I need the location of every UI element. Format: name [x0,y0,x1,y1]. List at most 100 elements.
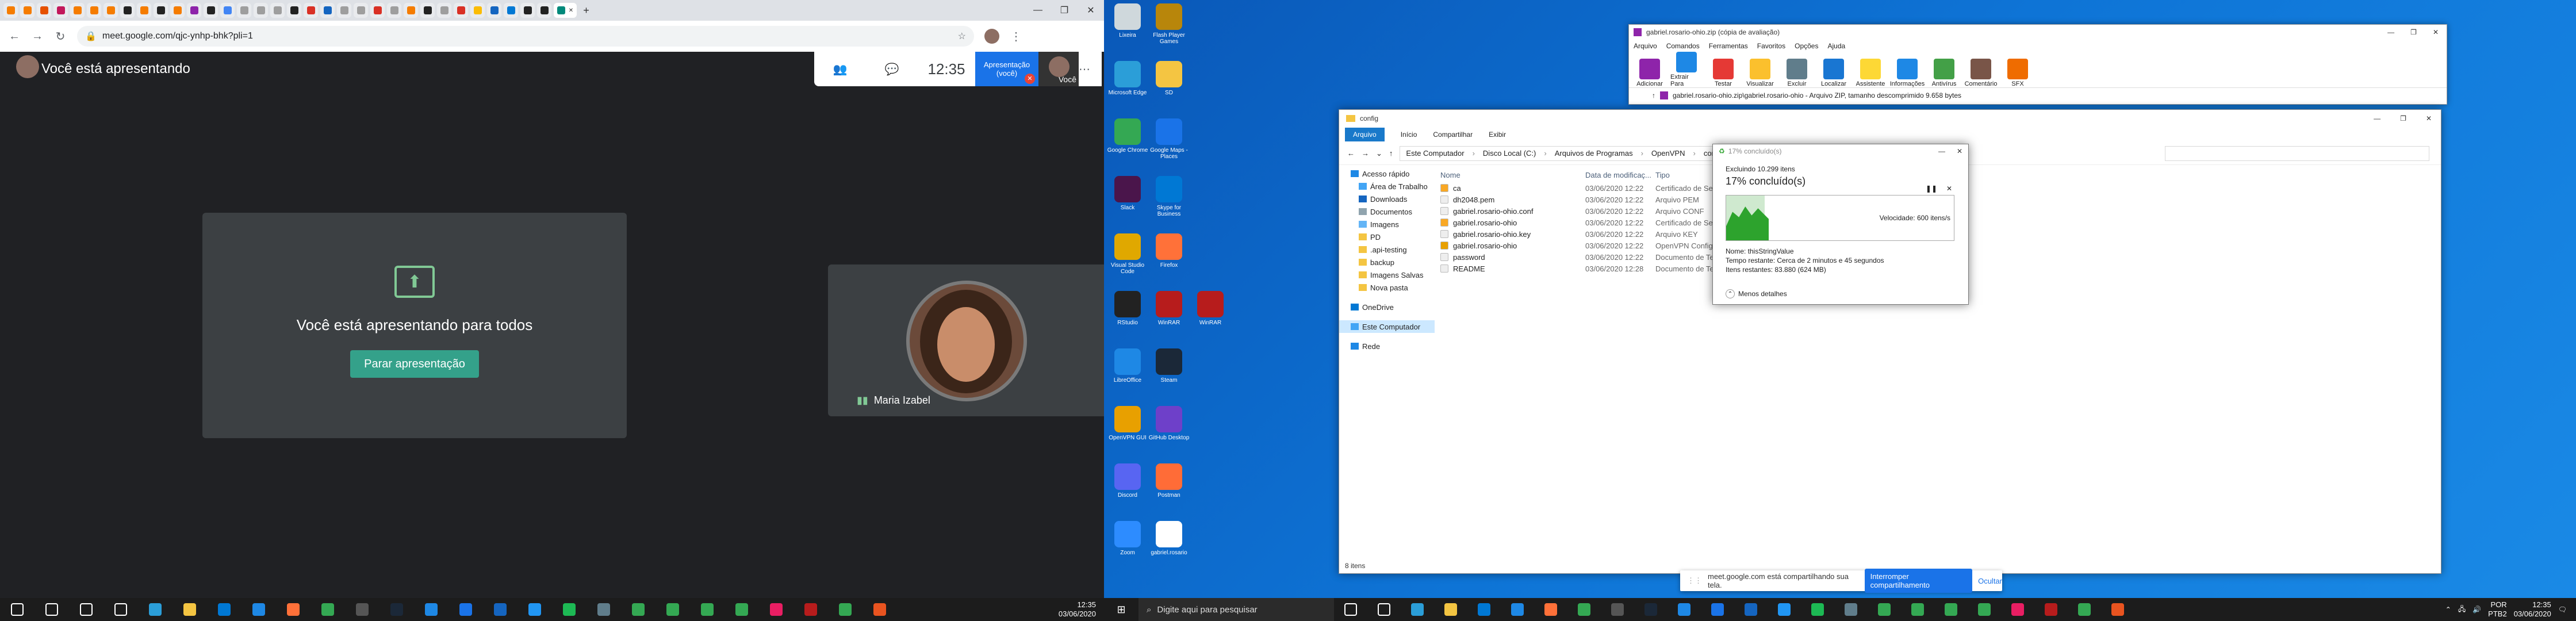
chrome-icon[interactable] [656,598,690,621]
windows-start-icon[interactable]: ⊞ [1104,598,1138,621]
maximize-button[interactable]: ❐ [2400,114,2406,122]
chrome-tab[interactable]: ✕ [554,3,577,18]
chrome-tab[interactable] [504,3,518,18]
snip-icon[interactable] [1734,598,1768,621]
nav-item[interactable]: Rede [1339,340,1435,352]
menu-item[interactable]: Opções [1795,42,1818,50]
mail-icon[interactable] [1501,598,1534,621]
close-button[interactable]: ✕ [1957,147,1962,155]
close-button[interactable]: ✕ [1078,0,1104,21]
new-tab-button[interactable]: + [579,3,593,18]
network-icon[interactable]: 🖧 [2458,604,2466,616]
photos-icon[interactable] [518,598,552,621]
ubuntu-icon[interactable] [862,598,897,621]
desktop-icon[interactable]: SD [1147,61,1191,113]
chrome-tab[interactable] [404,3,418,18]
nav-item[interactable]: Acesso rápido [1339,167,1435,180]
toolbar-button[interactable]: Extrair Para [1670,52,1703,87]
chrome-tab[interactable] [370,3,385,18]
ribbon-tab[interactable]: Exibir [1489,131,1506,139]
chrome-icon[interactable] [1934,598,1968,621]
chevron-up-icon[interactable]: ⌃ [2445,605,2451,614]
maps-icon[interactable] [1701,598,1734,621]
terminal-icon[interactable] [345,598,379,621]
chrome-tab[interactable] [254,3,268,18]
chrome-tab[interactable] [53,3,68,18]
menu-item[interactable]: Comandos [1666,42,1700,50]
explorer-search-input[interactable] [2165,145,2429,161]
chrome-tab[interactable] [37,3,51,18]
forward-icon[interactable]: → [31,30,44,43]
chrome-tab[interactable] [520,3,535,18]
steam-icon[interactable] [379,598,414,621]
toolbar-button[interactable]: Adicionar [1634,59,1666,87]
notifications-icon[interactable]: 🗨 [2558,605,2567,614]
menu-item[interactable]: Ajuda [1827,42,1845,50]
cortana-icon[interactable] [69,598,103,621]
chrome-tab[interactable] [154,3,168,18]
reload-icon[interactable]: ↻ [54,29,67,44]
nav-item[interactable]: OneDrive [1339,301,1435,313]
presentation-tile[interactable]: Apresentação (você) ✕ [975,52,1038,86]
nav-item[interactable]: PD [1339,231,1435,243]
taskbar-clock[interactable]: 12:35 03/06/2020 [2514,600,2551,619]
nav-item[interactable]: Documentos [1339,205,1435,218]
chrome-icon[interactable] [1968,598,2001,621]
desktop-icon[interactable]: Google Chrome [1105,118,1150,170]
forward-icon[interactable]: → [1362,149,1369,158]
toolbar-button[interactable]: Localizar [1818,59,1850,87]
chrome-tab[interactable] [287,3,301,18]
menu-dots-icon[interactable]: ⋮ [1010,29,1022,44]
chrome-icon[interactable] [724,598,759,621]
desktop-icon[interactable]: Visual Studio Code [1105,233,1150,285]
desktop-icon[interactable]: gabriel.rosario [1147,521,1191,573]
up-arrow-icon[interactable]: ↑ [1652,91,1655,99]
chrome-tab[interactable] [437,3,451,18]
file-explorer-icon[interactable] [172,598,207,621]
task-view-icon[interactable] [1367,598,1401,621]
desktop-icon[interactable]: Firefox [1147,233,1191,285]
nav-item[interactable]: Downloads [1339,193,1435,205]
file-explorer-icon[interactable] [1434,598,1467,621]
maximize-button[interactable]: ❐ [1051,0,1078,21]
chrome-tab[interactable] [170,3,185,18]
edge-icon[interactable] [1401,598,1434,621]
desktop-icon[interactable]: Lixeira [1105,3,1150,55]
toolbar-button[interactable]: Excluir [1781,59,1813,87]
ribbon-tab[interactable]: Arquivo [1345,128,1385,141]
chrome-tab[interactable] [87,3,101,18]
nav-item[interactable]: Nova pasta [1339,281,1435,294]
search-icon[interactable] [34,598,69,621]
app-icon[interactable] [1834,598,1868,621]
nav-item[interactable]: Este Computador [1339,320,1435,333]
drag-handle-icon[interactable]: ⋮⋮ [1687,576,1702,585]
hide-button[interactable]: Ocultar [1978,577,2002,585]
edge-icon[interactable] [138,598,172,621]
language-indicator[interactable]: POR PTB2 [2488,600,2507,619]
minimize-button[interactable]: — [1938,147,1945,155]
store-icon[interactable] [1467,598,1501,621]
task-view-icon[interactable] [103,598,138,621]
winrar-icon[interactable] [793,598,828,621]
menu-item[interactable]: Arquivo [1634,42,1657,50]
toolbar-button[interactable]: Informações [1890,59,1925,87]
ribbon-tab[interactable]: Compartilhar [1433,131,1473,139]
maximize-button[interactable]: ❐ [2410,28,2417,36]
music-icon[interactable] [759,598,793,621]
firefox-icon[interactable] [276,598,310,621]
chrome-tab[interactable] [237,3,251,18]
vscode-icon[interactable] [414,598,448,621]
chrome-tab[interactable] [137,3,151,18]
chrome-icon[interactable] [2068,598,2101,621]
chrome-tab[interactable] [354,3,368,18]
spotify-icon[interactable] [552,598,586,621]
nav-item[interactable]: backup [1339,256,1435,269]
toolbar-button[interactable]: Visualizar [1744,59,1776,87]
people-icon[interactable]: 👥 [814,62,866,76]
toolbar-button[interactable]: Antivírus [1928,59,1960,87]
windows-start-icon[interactable] [0,598,34,621]
steam-icon[interactable] [1634,598,1667,621]
profile-avatar[interactable] [984,29,999,44]
toolbar-button[interactable]: Assistente [1854,59,1887,87]
taskbar-clock[interactable]: 12:35 03/06/2020 [1059,600,1096,619]
